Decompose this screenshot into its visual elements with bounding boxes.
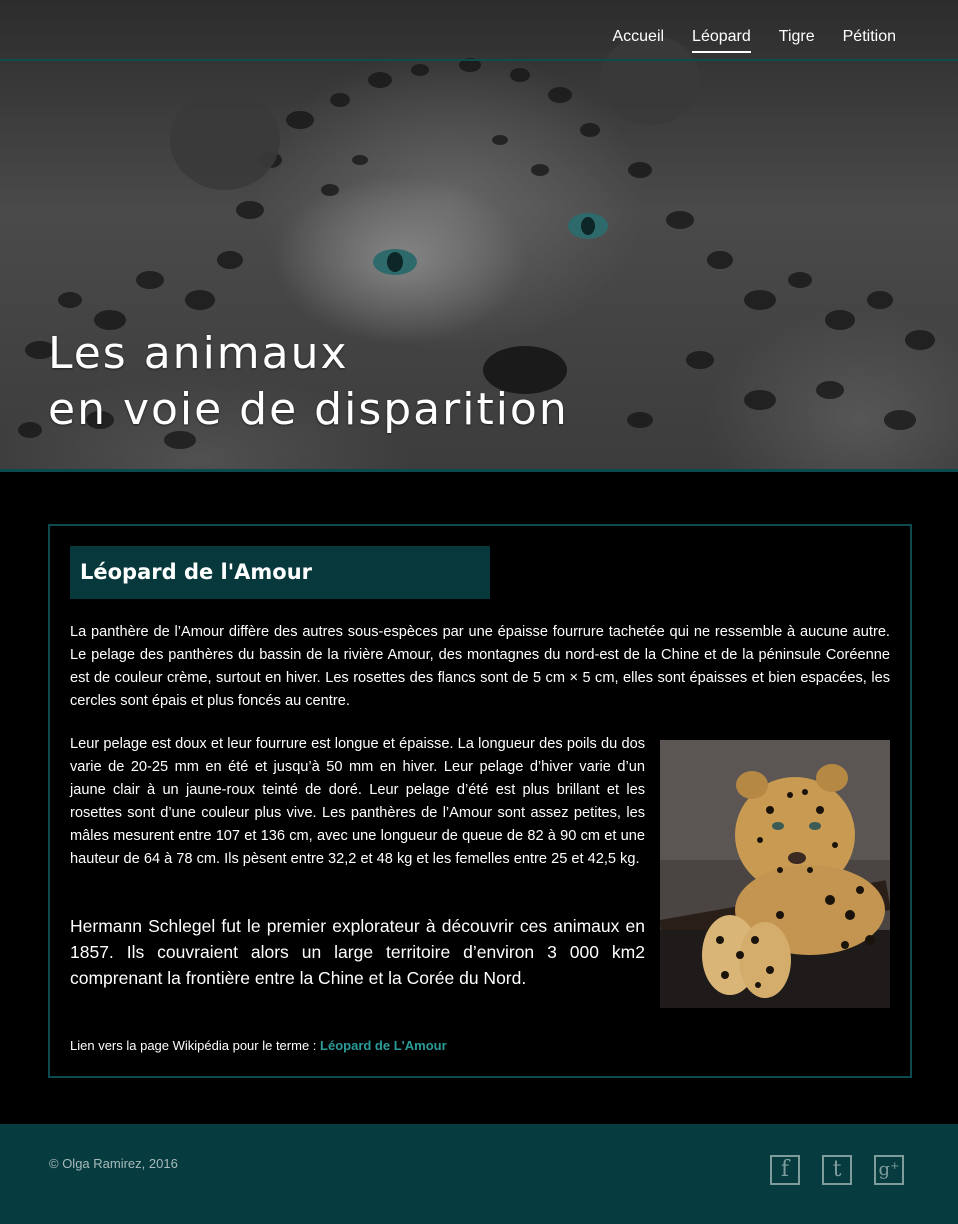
page-title: Les animaux en voie de disparition xyxy=(48,326,569,438)
main-content: Léopard de l'Amour La panthère de l’Amou… xyxy=(0,472,958,1124)
copyright-text: © Olga Ramirez, 2016 xyxy=(49,1156,178,1171)
leopard-photo xyxy=(660,740,890,1008)
nav-link-tigre[interactable]: Tigre xyxy=(779,27,815,53)
tumblr-icon[interactable]: t xyxy=(822,1155,852,1185)
leopard-photo-image xyxy=(660,740,890,1008)
page-footer: © Olga Ramirez, 2016 f t g⁺ xyxy=(0,1124,958,1224)
article-heading: Léopard de l'Amour xyxy=(70,546,490,599)
nav-link-petition[interactable]: Pétition xyxy=(843,27,896,53)
article-paragraph-1: La panthère de l’Amour diffère des autre… xyxy=(70,624,890,709)
article-card: Léopard de l'Amour La panthère de l’Amou… xyxy=(48,524,912,1078)
nav-link-accueil[interactable]: Accueil xyxy=(612,27,664,53)
top-navigation-bar: Accueil Léopard Tigre Pétition xyxy=(0,0,958,61)
article-paragraph-2: Leur pelage est doux et leur fourrure es… xyxy=(70,736,645,867)
facebook-icon[interactable]: f xyxy=(770,1155,800,1185)
wikipedia-link[interactable]: Léopard de L'Amour xyxy=(320,1038,447,1053)
page-title-line-2: en voie de disparition xyxy=(48,384,569,435)
wikipedia-link-line: Lien vers la page Wikipédia pour le term… xyxy=(70,1038,447,1053)
page-title-line-1: Les animaux xyxy=(48,328,349,379)
article-paragraph-3: Hermann Schlegel fut le premier explorat… xyxy=(70,916,645,988)
hero-banner: Accueil Léopard Tigre Pétition Les anima… xyxy=(0,0,958,472)
nav-link-leopard[interactable]: Léopard xyxy=(692,27,751,53)
main-nav: Accueil Léopard Tigre Pétition xyxy=(612,27,896,53)
wikipedia-link-prefix: Lien vers la page Wikipédia pour le term… xyxy=(70,1038,317,1053)
social-links: f t g⁺ xyxy=(770,1155,904,1185)
google-plus-icon[interactable]: g⁺ xyxy=(874,1155,904,1185)
